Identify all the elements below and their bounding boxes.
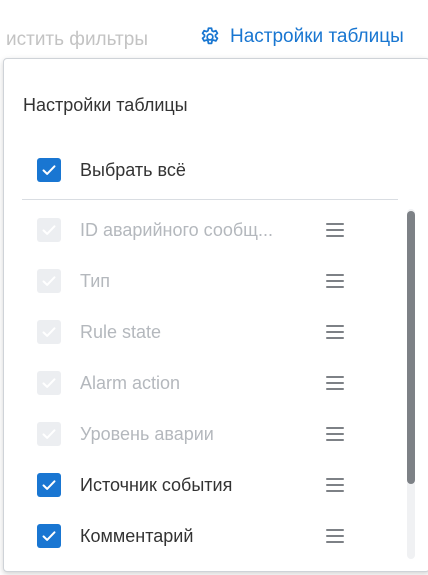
checkbox-disabled-icon: [37, 422, 61, 446]
drag-handle-icon[interactable]: [326, 324, 344, 340]
checkbox-disabled-icon: [37, 320, 61, 344]
column-row-type: Тип: [37, 266, 367, 296]
column-label: Rule state: [80, 321, 162, 342]
table-settings-panel: Настройки таблицы Выбрать всё ID аварийн…: [3, 58, 428, 572]
checkbox-checked-icon[interactable]: [37, 473, 61, 497]
checkbox-disabled-icon: [37, 269, 61, 293]
toolbar: истить фильтры Настройки таблицы: [0, 0, 428, 64]
column-label: ID аварийного сообщ...: [80, 219, 273, 240]
column-row-event-source[interactable]: Источник события: [37, 470, 367, 500]
scrollbar-thumb[interactable]: [407, 211, 415, 484]
column-label: Alarm action: [80, 372, 181, 393]
table-settings-link[interactable]: Настройки таблицы: [199, 26, 404, 48]
checkbox-disabled-icon: [37, 371, 61, 395]
column-label: Источник события: [80, 474, 233, 495]
checkbox-checked-icon: [37, 158, 61, 182]
drag-handle-icon[interactable]: [326, 273, 344, 289]
select-all-checkbox[interactable]: Выбрать всё: [37, 158, 186, 182]
drag-handle-icon[interactable]: [326, 426, 344, 442]
column-row-rule-state: Rule state: [37, 317, 367, 347]
clear-filters-button[interactable]: истить фильтры: [6, 29, 148, 51]
drag-handle-icon[interactable]: [326, 375, 344, 391]
checkbox-disabled-icon: [37, 218, 61, 242]
divider: [22, 199, 398, 200]
drag-handle-icon[interactable]: [326, 528, 344, 544]
column-label: Уровень аварии: [80, 423, 214, 444]
column-row-alarm-id: ID аварийного сообщ...: [37, 215, 367, 245]
drag-handle-icon[interactable]: [326, 477, 344, 493]
gear-icon: [201, 27, 219, 45]
select-all-label: Выбрать всё: [80, 159, 186, 180]
column-label: Тип: [80, 270, 111, 291]
column-row-alarm-action: Alarm action: [37, 368, 367, 398]
column-row-comment[interactable]: Комментарий: [37, 521, 367, 551]
drag-handle-icon[interactable]: [326, 222, 344, 238]
column-row-alarm-level: Уровень аварии: [37, 419, 367, 449]
panel-title: Настройки таблицы: [23, 95, 188, 115]
checkbox-checked-icon[interactable]: [37, 524, 61, 548]
table-settings-link-label: Настройки таблицы: [230, 26, 404, 47]
column-label: Комментарий: [80, 525, 194, 546]
